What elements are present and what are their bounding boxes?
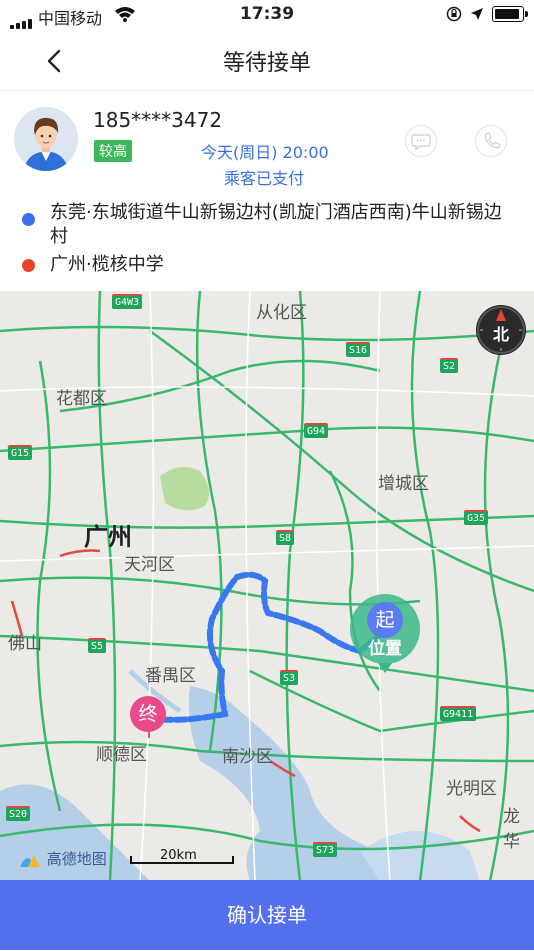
start-pin-tail (378, 663, 392, 673)
status-bar: 中国移动 17:39 (0, 0, 534, 30)
location-arrow-icon (471, 8, 483, 20)
highway-shield: G35 (464, 510, 489, 525)
rotation-lock-icon (446, 6, 462, 22)
start-point-dot (22, 213, 35, 226)
page-title: 等待接单 (222, 51, 311, 76)
compass-button[interactable]: 北 (476, 305, 526, 355)
passenger-phone: 185****3472 (93, 108, 223, 132)
map-label-guangming: 光明区 (446, 779, 497, 799)
map-scale-bar (130, 856, 234, 864)
pickup-time: 今天(周日) 20:00 (201, 143, 329, 162)
highway-shield: G94 (304, 423, 329, 438)
compass-label: 北 (492, 325, 509, 344)
avatar (14, 107, 78, 171)
map-label-nansha: 南沙区 (222, 747, 273, 767)
confirm-order-button[interactable]: 确认接单 (0, 880, 534, 950)
map-label-huadu: 花都区 (56, 389, 107, 409)
message-button[interactable] (405, 125, 437, 157)
navigation-bar: 等待接单 (0, 30, 534, 91)
highway-shield: S3 (280, 670, 299, 685)
highway-shield: G15 (8, 445, 33, 460)
highway-shield: S73 (313, 842, 338, 857)
battery-icon (492, 6, 528, 22)
map-logo-text: 高德地图 (46, 850, 107, 868)
highway-shield: S20 (6, 806, 31, 821)
map-label-shunde: 顺德区 (96, 745, 147, 765)
start-address: 东莞·东城街道牛山新锡边村(凯旋门酒店西南)牛山新锡边村 (50, 202, 502, 247)
call-button[interactable] (475, 125, 507, 157)
phone-icon (484, 132, 501, 149)
map-label-conghua: 从化区 (256, 303, 307, 323)
start-marker[interactable]: 起 (367, 602, 403, 638)
rating-badge: 较高 (94, 140, 132, 162)
highway-shield: S16 (346, 342, 371, 357)
end-point-dot (22, 259, 35, 272)
end-address: 广州·榄核中学 (50, 254, 164, 275)
map-label-longhua: 龙华 (503, 807, 520, 852)
highway-shield: S5 (88, 638, 107, 653)
map-label-guangzhou: 广州 (84, 523, 132, 551)
map-label-tianhe: 天河区 (124, 555, 175, 575)
end-pin-stem (148, 730, 150, 738)
amap-logo-icon (20, 854, 40, 867)
highway-shield: G9411 (440, 706, 477, 721)
highway-shield: S2 (440, 358, 459, 373)
highway-shield: S8 (276, 530, 295, 545)
map-label-panyu: 番禺区 (145, 666, 196, 686)
map-logo: 高德地图 (18, 848, 107, 869)
highway-shield: G4W3 (112, 294, 143, 309)
chat-bubble-icon (411, 134, 431, 151)
map-label-zengcheng: 增城区 (378, 474, 429, 494)
payment-status: 乘客已支付 (224, 169, 305, 188)
end-marker[interactable]: 终 (130, 696, 166, 732)
map-label-foshan: 佛山 (8, 634, 42, 654)
